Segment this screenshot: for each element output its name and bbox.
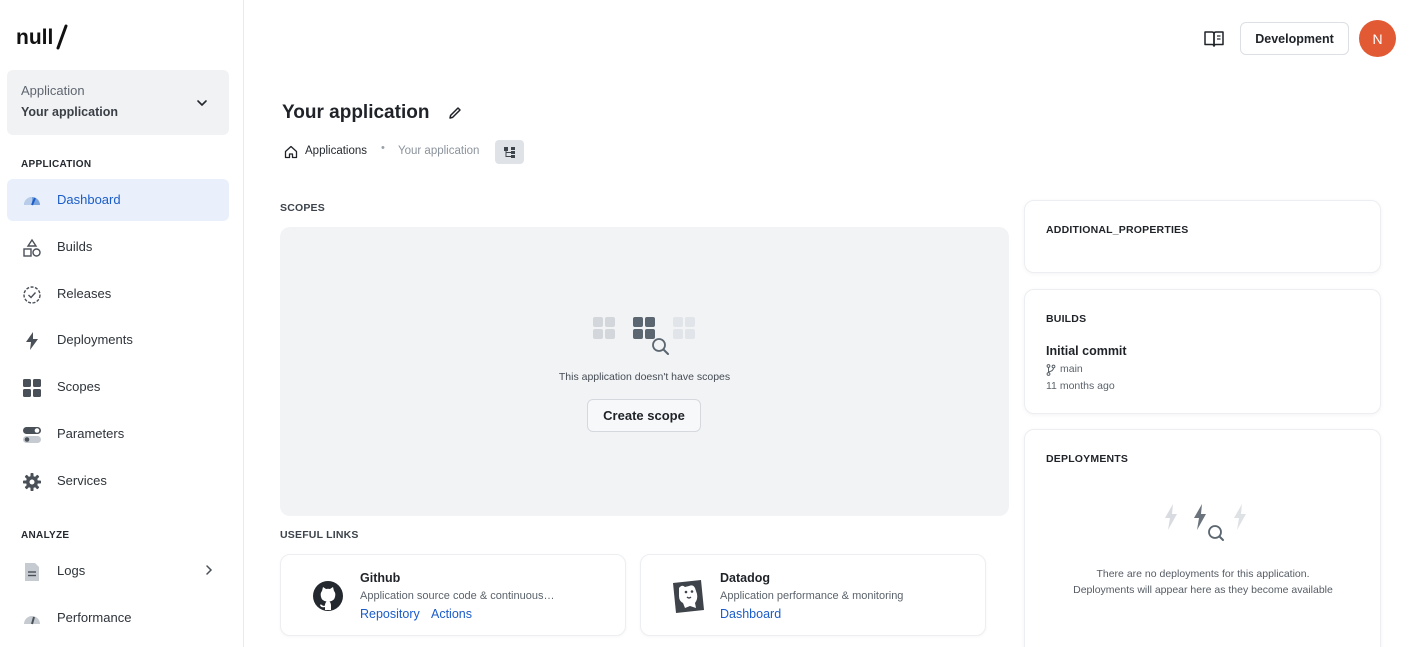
github-icon xyxy=(313,581,343,611)
hierarchy-icon xyxy=(503,147,515,158)
git-branch-icon xyxy=(1046,364,1056,376)
application-selector-value: Your application xyxy=(21,105,118,119)
toggles-icon xyxy=(21,424,43,446)
build-time: 11 months ago xyxy=(1046,380,1115,392)
github-repository-link[interactable]: Repository xyxy=(360,607,420,621)
builds-card-label: BUILDS xyxy=(1046,313,1087,325)
datadog-dashboard-link[interactable]: Dashboard xyxy=(720,607,781,621)
github-actions-link[interactable]: Actions xyxy=(431,607,472,621)
scopes-panel: This application doesn't have scopes Cre… xyxy=(280,227,1009,516)
scopes-section-label: SCOPES xyxy=(280,202,325,214)
badge-check-icon xyxy=(21,284,43,306)
sidebar-item-parameters[interactable]: Parameters xyxy=(7,413,229,455)
grid-icon xyxy=(21,377,43,399)
link-card-description: Application source code & continuous… xyxy=(360,590,555,602)
environment-button[interactable]: Development xyxy=(1240,22,1349,55)
section-title-application: APPLICATION xyxy=(21,159,92,170)
home-icon[interactable] xyxy=(284,145,298,159)
sidebar-item-label: Builds xyxy=(57,239,93,254)
build-title[interactable]: Initial commit xyxy=(1046,344,1127,358)
sidebar-item-logs[interactable]: Logs xyxy=(7,550,229,592)
null-logo[interactable]: null xyxy=(16,24,68,55)
datadog-icon xyxy=(673,580,704,613)
breadcrumb-applications-link[interactable]: Applications xyxy=(305,145,367,157)
avatar[interactable]: N xyxy=(1359,20,1396,57)
document-icon xyxy=(21,561,43,583)
scopes-empty-text: This application doesn't have scopes xyxy=(558,371,731,383)
gauge-icon xyxy=(21,608,43,630)
datadog-link-card: Datadog Application performance & monito… xyxy=(640,554,986,636)
sidebar-item-label: Parameters xyxy=(57,426,125,441)
sidebar-item-releases[interactable]: Releases xyxy=(7,273,229,315)
page-title: Your application xyxy=(282,102,430,123)
deployments-card-label: DEPLOYMENTS xyxy=(1046,453,1129,465)
dashboard-gauge-icon xyxy=(21,190,43,212)
section-title-analyze: ANALYZE xyxy=(21,530,70,541)
sidebar-item-scopes[interactable]: Scopes xyxy=(7,366,229,408)
sidebar-item-label: Deployments xyxy=(57,332,133,347)
link-card-title: Datadog xyxy=(720,571,770,585)
builds-card: BUILDS Initial commit main 11 months ago xyxy=(1024,289,1381,414)
tree-view-button[interactable] xyxy=(495,140,524,164)
shapes-icon xyxy=(21,237,43,259)
deployments-empty-illustration xyxy=(1165,504,1246,541)
create-scope-button[interactable]: Create scope xyxy=(587,399,701,432)
sidebar-item-builds[interactable]: Builds xyxy=(7,226,229,268)
lightning-icon xyxy=(21,330,43,352)
sidebar-item-label: Services xyxy=(57,473,107,488)
sidebar-item-performance[interactable]: Performance xyxy=(7,597,229,639)
gear-icon xyxy=(21,471,43,493)
github-link-card: Github Application source code & continu… xyxy=(280,554,626,636)
deployments-empty-text: There are no deployments for this applic… xyxy=(1073,568,1333,596)
link-card-title: Github xyxy=(360,571,401,585)
sidebar-item-label: Logs xyxy=(57,563,86,578)
sidebar-item-deployments[interactable]: Deployments xyxy=(7,319,229,361)
sidebar-item-label: Scopes xyxy=(57,379,101,394)
chevron-down-icon xyxy=(197,100,207,106)
additional-properties-card: ADDITIONAL_PROPERTIES xyxy=(1024,200,1381,273)
book-icon[interactable] xyxy=(1203,29,1225,49)
application-selector[interactable]: Application Your application xyxy=(7,70,229,135)
build-branch: main xyxy=(1060,363,1083,375)
sidebar-item-services[interactable]: Services xyxy=(7,460,229,502)
scopes-empty-illustration xyxy=(593,317,695,355)
pencil-icon[interactable] xyxy=(447,105,463,121)
logo-text: null xyxy=(16,26,53,49)
application-selector-label: Application xyxy=(21,83,85,98)
sidebar-item-label: Performance xyxy=(57,610,132,625)
useful-links-section-label: USEFUL LINKS xyxy=(280,529,359,541)
chevron-right-icon xyxy=(206,565,213,575)
breadcrumb-current: Your application xyxy=(398,145,480,157)
link-card-description: Application performance & monitoring xyxy=(720,590,904,602)
sidebar: null Application Your application APPLIC… xyxy=(0,0,244,647)
additional-properties-label: ADDITIONAL_PROPERTIES xyxy=(1046,224,1189,236)
deployments-card: DEPLOYMENTS There are no deployments for… xyxy=(1024,429,1381,647)
sidebar-item-label: Dashboard xyxy=(57,192,121,207)
sidebar-item-label: Releases xyxy=(57,286,112,301)
breadcrumb-separator: • xyxy=(381,142,385,154)
sidebar-item-dashboard[interactable]: Dashboard xyxy=(7,179,229,221)
